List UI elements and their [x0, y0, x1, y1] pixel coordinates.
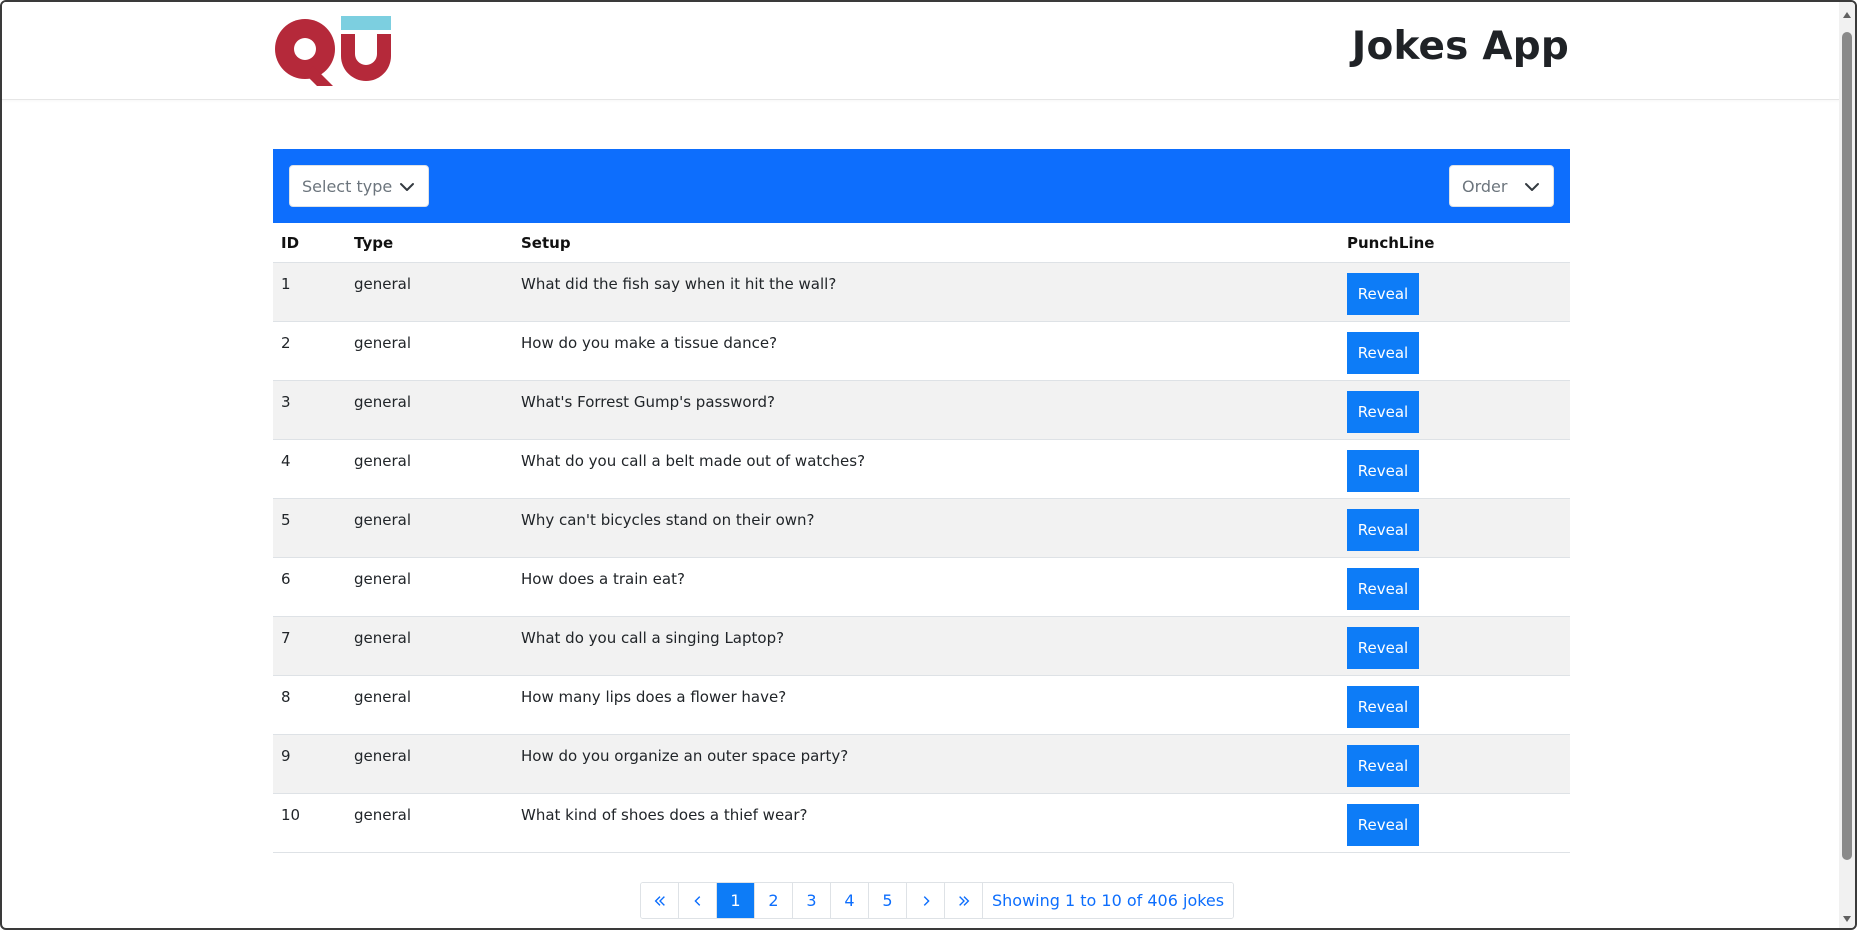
cell-type: general [354, 747, 412, 765]
cell-id: 5 [281, 511, 291, 529]
reveal-button[interactable]: Reveal [1347, 568, 1419, 610]
table-row: 3 general What's Forrest Gump's password… [273, 381, 1570, 440]
next-page-button[interactable] [907, 883, 945, 918]
cell-id: 8 [281, 688, 291, 706]
table-row: 6 general How does a train eat? Reveal [273, 558, 1570, 617]
scrollbar-thumb[interactable] [1842, 32, 1852, 860]
cell-type: general [354, 334, 412, 352]
cell-setup: What do you call a singing Laptop? [521, 629, 785, 647]
order-select-placeholder: Order [1462, 176, 1508, 196]
cell-id: 2 [281, 334, 291, 352]
cell-type: general [354, 570, 412, 588]
cell-id: 10 [281, 806, 301, 824]
page-button-4[interactable]: 4 [831, 883, 869, 918]
pagination-info: Showing 1 to 10 of 406 jokes [983, 883, 1234, 918]
app-header: Jokes App [2, 2, 1841, 100]
chevron-down-icon [400, 183, 414, 191]
cell-setup: How many lips does a flower have? [521, 688, 787, 706]
double-chevron-left-icon [654, 895, 665, 906]
qu-logo [273, 16, 393, 88]
cell-setup: What did the fish say when it hit the wa… [521, 275, 837, 293]
cell-id: 7 [281, 629, 291, 647]
type-select-placeholder: Select type [302, 176, 393, 196]
header-setup: Setup [521, 233, 571, 252]
reveal-button[interactable]: Reveal [1347, 332, 1419, 374]
cell-type: general [354, 452, 412, 470]
first-page-button[interactable] [641, 883, 679, 918]
reveal-button[interactable]: Reveal [1347, 509, 1419, 551]
reveal-button[interactable]: Reveal [1347, 804, 1419, 846]
jokes-table: ID Type Setup PunchLine 1 general What d… [273, 223, 1570, 853]
cell-setup: How does a train eat? [521, 570, 685, 588]
cell-type: general [354, 806, 412, 824]
chevron-right-icon [923, 895, 930, 906]
reveal-button[interactable]: Reveal [1347, 686, 1419, 728]
table-row: 9 general How do you organize an outer s… [273, 735, 1570, 794]
page-button-5[interactable]: 5 [869, 883, 907, 918]
filter-toolbar: Select type Order [273, 149, 1570, 223]
vertical-scrollbar[interactable] [1839, 2, 1855, 928]
app-title: Jokes App [1351, 24, 1569, 69]
cell-setup: What do you call a belt made out of watc… [521, 452, 866, 470]
header-punchline: PunchLine [1347, 233, 1435, 252]
reveal-button[interactable]: Reveal [1347, 391, 1419, 433]
cell-setup: What's Forrest Gump's password? [521, 393, 775, 411]
chevron-left-icon [693, 895, 700, 906]
last-page-button[interactable] [945, 883, 983, 918]
scroll-up-icon[interactable] [1843, 12, 1851, 18]
scroll-down-icon[interactable] [1843, 916, 1851, 922]
chevron-down-icon [1525, 183, 1539, 191]
table-row: 1 general What did the fish say when it … [273, 263, 1570, 322]
reveal-button[interactable]: Reveal [1347, 273, 1419, 315]
page-button-2[interactable]: 2 [755, 883, 793, 918]
browser-window: Jokes App Select type Order ID Type Setu… [0, 0, 1857, 930]
prev-page-button[interactable] [679, 883, 717, 918]
table-row: 5 general Why can't bicycles stand on th… [273, 499, 1570, 558]
cell-setup: What kind of shoes does a thief wear? [521, 806, 808, 824]
reveal-button[interactable]: Reveal [1347, 450, 1419, 492]
cell-id: 4 [281, 452, 291, 470]
table-row: 2 general How do you make a tissue dance… [273, 322, 1570, 381]
table-row: 10 general What kind of shoes does a thi… [273, 794, 1570, 853]
page-button-3[interactable]: 3 [793, 883, 831, 918]
table-row: 4 general What do you call a belt made o… [273, 440, 1570, 499]
page-button-1[interactable]: 1 [717, 883, 755, 918]
cell-type: general [354, 688, 412, 706]
cell-setup: Why can't bicycles stand on their own? [521, 511, 815, 529]
cell-type: general [354, 393, 412, 411]
reveal-button[interactable]: Reveal [1347, 627, 1419, 669]
table-row: 7 general What do you call a singing Lap… [273, 617, 1570, 676]
type-select[interactable]: Select type [289, 165, 429, 207]
cell-id: 9 [281, 747, 291, 765]
cell-type: general [354, 511, 412, 529]
pagination: 1 2 3 4 5 Showing 1 to 10 of 406 jokes [640, 882, 1235, 919]
cell-type: general [354, 275, 412, 293]
cell-setup: How do you make a tissue dance? [521, 334, 778, 352]
double-chevron-right-icon [958, 895, 969, 906]
cell-id: 6 [281, 570, 291, 588]
table-row: 8 general How many lips does a flower ha… [273, 676, 1570, 735]
header-id: ID [281, 233, 300, 252]
cell-id: 1 [281, 275, 291, 293]
order-select[interactable]: Order [1449, 165, 1554, 207]
table-header: ID Type Setup PunchLine [273, 223, 1570, 263]
header-type: Type [354, 233, 394, 252]
cell-setup: How do you organize an outer space party… [521, 747, 849, 765]
reveal-button[interactable]: Reveal [1347, 745, 1419, 787]
cell-id: 3 [281, 393, 291, 411]
cell-type: general [354, 629, 412, 647]
